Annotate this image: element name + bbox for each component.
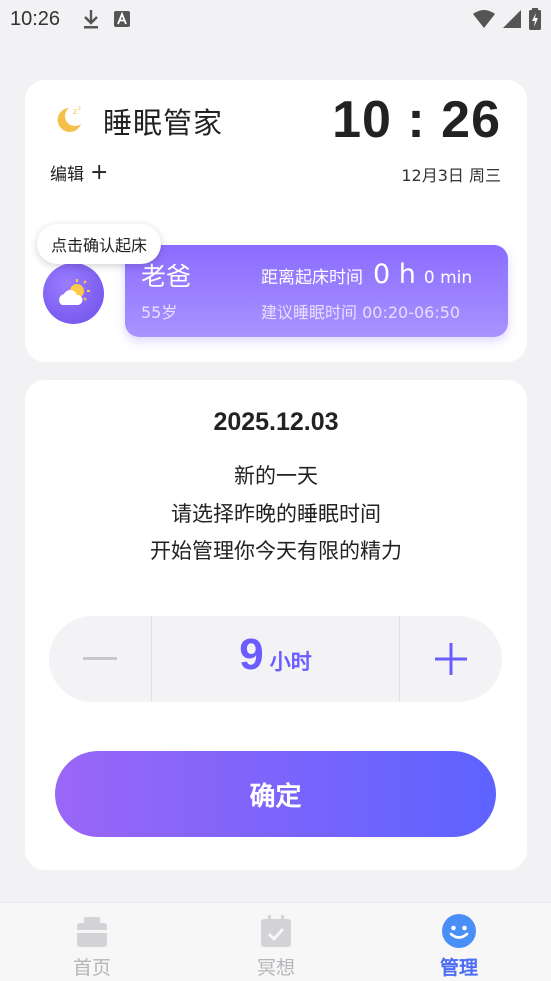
download-icon bbox=[84, 10, 99, 29]
smile-icon bbox=[442, 914, 476, 948]
decrease-hours-button[interactable] bbox=[49, 616, 152, 702]
current-date: 12月3日 周三 bbox=[401, 166, 501, 185]
calendar-check-icon bbox=[261, 915, 291, 947]
member-card[interactable]: 老爸 55岁 距离起床时间 0 h 0 min 建议睡眠时间 00:20-06:… bbox=[125, 245, 508, 337]
sun-cloud-icon bbox=[58, 278, 90, 305]
countdown-hours: 0 h bbox=[373, 259, 416, 290]
app-a-icon bbox=[114, 11, 131, 27]
countdown-minutes: 0 min bbox=[423, 268, 473, 288]
select-date: 2025.12.03 bbox=[213, 408, 339, 436]
plus-icon: + bbox=[90, 159, 109, 185]
suggested-sleep-time: 建议睡眠时间 00:20-06:50 bbox=[261, 303, 461, 322]
hours-number: 9 bbox=[239, 630, 264, 679]
status-time: 10:26 bbox=[10, 7, 61, 30]
sleep-hours-stepper: 9 小时 bbox=[49, 616, 502, 702]
countdown-label: 距离起床时间 bbox=[261, 268, 363, 288]
wake-avatar-button[interactable] bbox=[43, 263, 104, 324]
clock-display: 10 : 26 bbox=[332, 91, 501, 149]
battery-icon bbox=[529, 8, 541, 30]
svg-text:z: z bbox=[78, 106, 81, 112]
hours-unit: 小时 bbox=[269, 650, 312, 674]
confirm-button[interactable]: 确定 bbox=[55, 751, 496, 837]
app-title: 睡眠管家 bbox=[103, 106, 224, 140]
minus-icon bbox=[83, 657, 117, 660]
member-age: 55岁 bbox=[141, 303, 178, 322]
tab-home[interactable]: 首页 bbox=[0, 903, 184, 981]
prompt-line-3: 开始管理你今天有限的精力 bbox=[150, 539, 402, 563]
edit-label: 编辑 bbox=[50, 165, 84, 185]
sleep-header-card: z z 睡眠管家 10 : 26 编辑 + 12月3日 周三 老爸 55岁 距离… bbox=[25, 80, 527, 362]
sleep-hours-value: 9 小时 bbox=[152, 616, 399, 702]
edit-button[interactable]: 编辑 + bbox=[50, 160, 108, 185]
svg-text:z: z bbox=[73, 107, 77, 116]
wake-confirm-tooltip[interactable]: 点击确认起床 bbox=[37, 224, 162, 264]
wifi-icon bbox=[473, 10, 495, 28]
tab-label: 管理 bbox=[439, 957, 478, 979]
wake-countdown: 距离起床时间 0 h 0 min bbox=[261, 259, 472, 290]
signal-icon bbox=[503, 10, 521, 28]
tab-manage[interactable]: 管理 bbox=[367, 903, 551, 981]
plus-icon bbox=[435, 643, 467, 675]
increase-hours-button[interactable] bbox=[399, 616, 502, 702]
tab-label: 冥想 bbox=[256, 957, 295, 979]
bottom-tab-bar: 首页 冥想 管理 bbox=[0, 902, 551, 981]
home-icon bbox=[77, 917, 107, 947]
sleep-select-card: 2025.12.03 新的一天 请选择昨晚的睡眠时间 开始管理你今天有限的精力 … bbox=[25, 380, 527, 870]
prompt-line-1: 新的一天 bbox=[234, 464, 318, 488]
prompt-line-2: 请选择昨晚的睡眠时间 bbox=[171, 502, 381, 526]
status-bar: 10:26 bbox=[0, 0, 551, 38]
tab-label: 首页 bbox=[72, 957, 111, 979]
moon-icon: z z bbox=[57, 106, 81, 132]
tab-meditation[interactable]: 冥想 bbox=[184, 903, 368, 981]
